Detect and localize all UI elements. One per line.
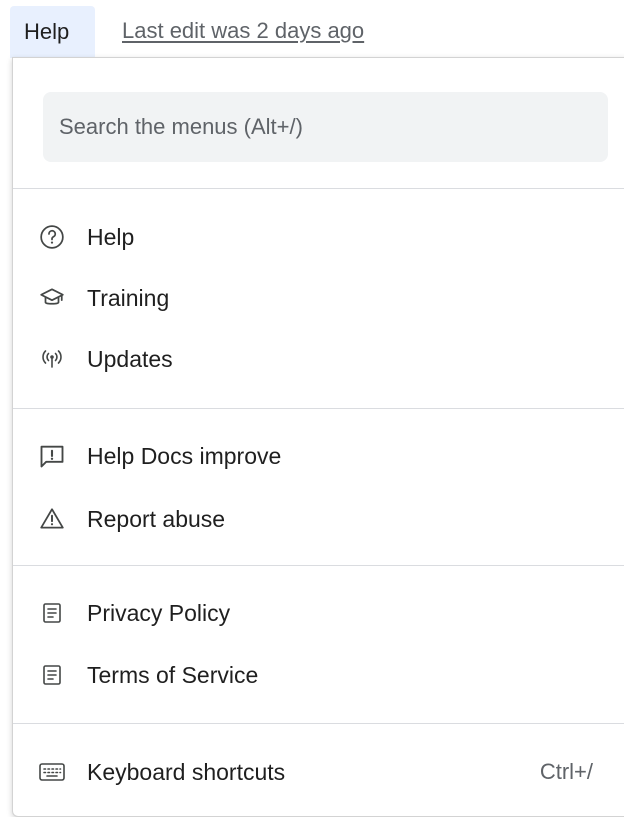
shortcut-hint: Ctrl+/ xyxy=(539,759,593,784)
menu-bar: Help Last edit was 2 days ago xyxy=(0,0,624,58)
menu-item-label: Report abuse xyxy=(87,506,226,532)
menu-divider xyxy=(13,565,624,566)
menu-item-label: Training xyxy=(87,285,170,311)
help-circle-icon xyxy=(37,222,67,252)
help-menu-tab[interactable]: Help xyxy=(10,6,95,58)
menu-item-label: Terms of Service xyxy=(87,662,259,688)
feedback-icon xyxy=(37,441,67,471)
menu-item-privacy-policy[interactable]: Privacy Policy xyxy=(13,586,624,640)
broadcast-icon xyxy=(37,344,67,374)
menu-divider xyxy=(13,723,624,724)
menu-item-report-abuse[interactable]: Report abuse xyxy=(13,492,624,546)
menu-search-input[interactable] xyxy=(43,92,608,162)
menu-search-box xyxy=(43,92,608,162)
menu-item-keyboard-shortcuts[interactable]: Keyboard shortcuts Ctrl+/ xyxy=(13,745,624,799)
last-edit-link[interactable]: Last edit was 2 days ago xyxy=(122,18,364,44)
menu-item-label: Updates xyxy=(87,346,173,372)
menu-item-help-docs-improve[interactable]: Help Docs improve xyxy=(13,429,624,483)
menu-item-training[interactable]: Training xyxy=(13,271,624,325)
menu-item-updates[interactable]: Updates xyxy=(13,332,624,386)
menu-item-label: Help xyxy=(87,224,135,250)
menu-item-help[interactable]: Help xyxy=(13,210,624,264)
document-icon xyxy=(37,660,67,690)
warning-icon xyxy=(37,504,67,534)
document-icon xyxy=(37,598,67,628)
menu-item-label: Help Docs improve xyxy=(87,443,282,469)
menu-divider xyxy=(13,188,624,189)
menu-item-label: Privacy Policy xyxy=(87,600,231,626)
menu-item-label: Keyboard shortcuts xyxy=(87,759,286,785)
help-menu-dropdown: Help Training Updates xyxy=(12,57,624,817)
menu-divider xyxy=(13,408,624,409)
keyboard-icon xyxy=(37,757,67,787)
graduation-cap-icon xyxy=(37,283,67,313)
menu-item-terms-of-service[interactable]: Terms of Service xyxy=(13,648,624,702)
